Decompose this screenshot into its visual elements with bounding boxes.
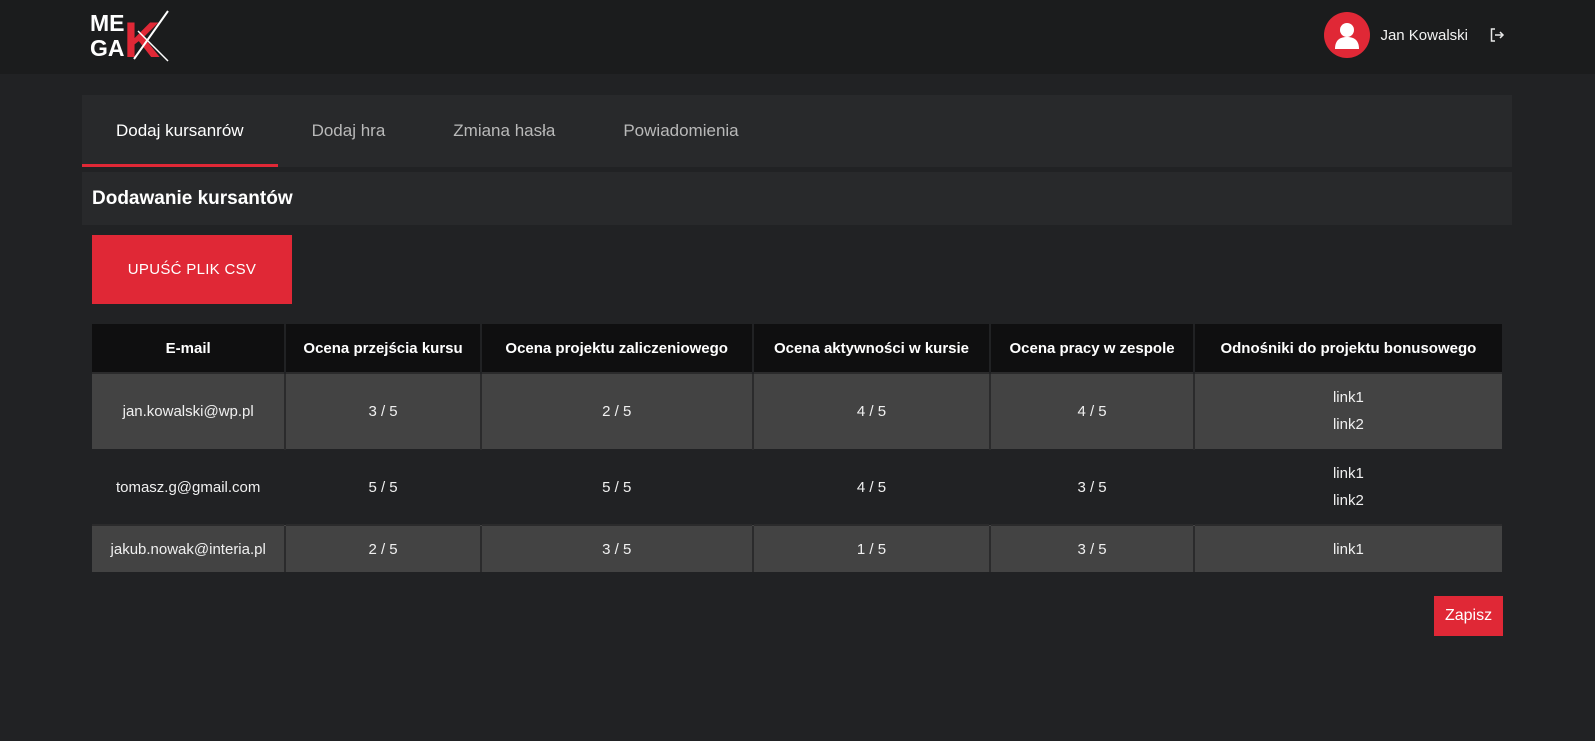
- team-grade-cell[interactable]: 3 / 5: [990, 449, 1193, 525]
- column-header-team-grade: Ocena pracy w zespole: [990, 324, 1195, 373]
- tab-notifications[interactable]: Powiadomienia: [589, 95, 772, 167]
- svg-text:GA: GA: [90, 35, 125, 61]
- user-icon[interactable]: [1324, 12, 1371, 58]
- tab-change-password[interactable]: Zmiana hasła: [419, 95, 589, 167]
- email-cell: tomasz.g@gmail.com: [115, 478, 261, 496]
- bonus-links-cell: link1 link2: [1193, 372, 1502, 449]
- tab-add-students[interactable]: Dodaj kursanrów: [82, 95, 278, 167]
- section-header: Dodawanie kursantów: [82, 172, 1512, 225]
- top-bar: ME GA K Jan Kowalski: [0, 0, 1595, 74]
- course-grade-cell[interactable]: 2 / 5: [285, 524, 482, 572]
- bonus-link[interactable]: link1: [1199, 460, 1498, 487]
- bonus-link[interactable]: link2: [1199, 411, 1498, 438]
- table-row: jakub.nowak@interia.pl 2 / 5 3 / 5 1 / 5…: [92, 524, 1502, 572]
- column-header-email: E-mail: [92, 324, 287, 373]
- column-header-activity-grade: Ocena aktywności w kursie: [752, 324, 992, 373]
- user-name[interactable]: Jan Kowalski: [1380, 27, 1468, 44]
- user-menu[interactable]: Jan Kowalski: [1324, 12, 1506, 58]
- logout-icon[interactable]: [1488, 26, 1506, 44]
- bonus-link[interactable]: link1: [1199, 536, 1498, 563]
- activity-grade-cell[interactable]: 4 / 5: [753, 449, 991, 525]
- upload-csv-button[interactable]: UPUŚĆ PLIK CSV: [92, 235, 292, 304]
- bonus-links-cell: link1: [1193, 524, 1502, 572]
- section-title: Dodawanie kursantów: [92, 187, 293, 209]
- team-grade-cell[interactable]: 3 / 5: [990, 524, 1195, 572]
- svg-text:ME: ME: [90, 10, 125, 36]
- project-grade-cell[interactable]: 3 / 5: [480, 524, 754, 572]
- team-grade-cell[interactable]: 4 / 5: [990, 372, 1195, 449]
- activity-grade-cell[interactable]: 4 / 5: [752, 372, 992, 449]
- email-cell: jakub.nowak@interia.pl: [92, 524, 287, 572]
- tab-bar: Dodaj kursanrów Dodaj hra Zmiana hasła P…: [82, 95, 1512, 167]
- bonus-link[interactable]: link1: [1199, 384, 1498, 411]
- mega-k-logo[interactable]: ME GA K: [90, 9, 172, 68]
- course-grade-cell[interactable]: 3 / 5: [285, 372, 482, 449]
- table-header-row: E-mail Ocena przejścia kursu Ocena proje…: [92, 324, 1502, 373]
- save-button[interactable]: Zapisz: [1434, 596, 1503, 636]
- activity-grade-cell[interactable]: 1 / 5: [752, 524, 992, 572]
- column-header-bonus-links: Odnośniki do projektu bonusowego: [1193, 324, 1502, 373]
- svg-text:K: K: [124, 12, 160, 65]
- email-cell: jan.kowalski@wp.pl: [92, 372, 287, 449]
- tab-add-game[interactable]: Dodaj hra: [278, 95, 420, 167]
- column-header-course-grade: Ocena przejścia kursu: [285, 324, 482, 373]
- column-header-project-grade: Ocena projektu zaliczeniowego: [480, 324, 754, 373]
- students-table: E-mail Ocena przejścia kursu Ocena proje…: [92, 324, 1502, 572]
- table-row: jan.kowalski@wp.pl 3 / 5 2 / 5 4 / 5 4 /…: [92, 372, 1502, 449]
- bonus-links-cell: link1 link2: [1194, 449, 1502, 525]
- table-row: tomasz.g@gmail.com 5 / 5 5 / 5 4 / 5 3 /…: [92, 449, 1502, 525]
- bonus-link[interactable]: link2: [1199, 487, 1498, 514]
- project-grade-cell[interactable]: 2 / 5: [480, 372, 754, 449]
- course-grade-cell[interactable]: 5 / 5: [285, 449, 480, 525]
- project-grade-cell[interactable]: 5 / 5: [481, 449, 753, 525]
